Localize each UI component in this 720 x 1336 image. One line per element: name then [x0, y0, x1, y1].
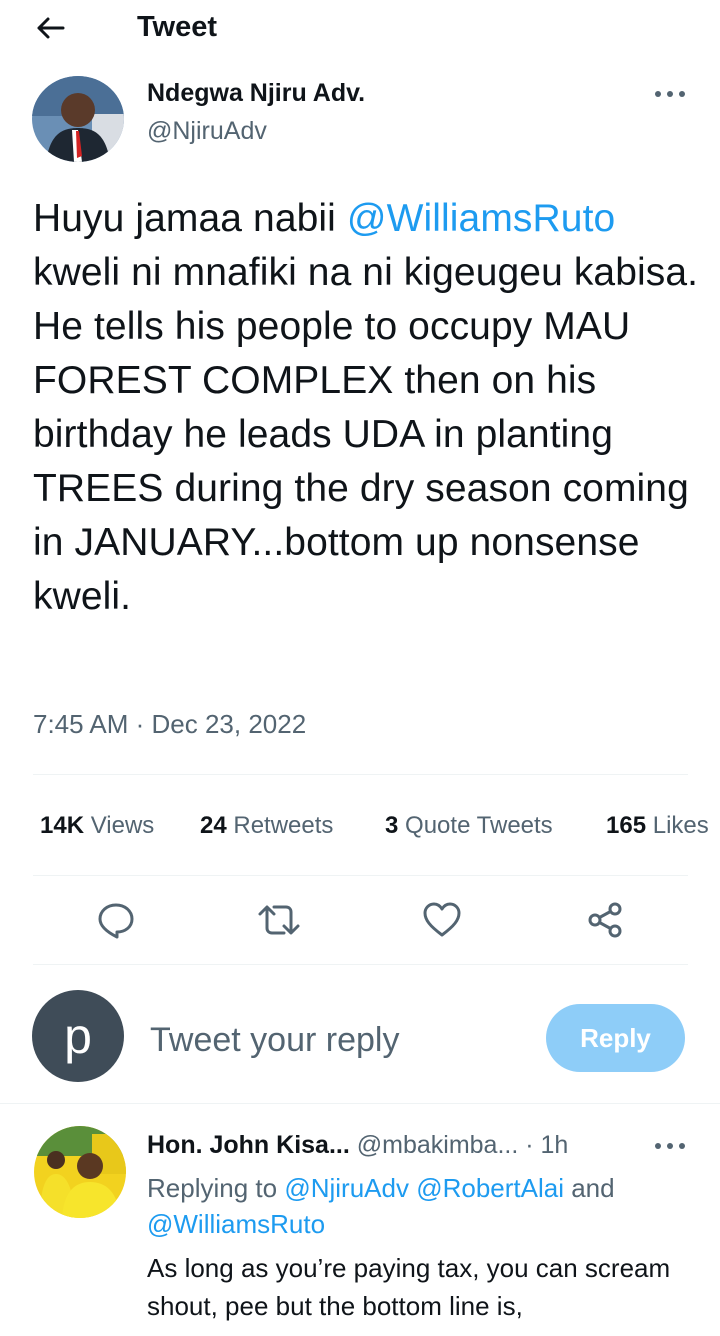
views-count: 14K: [40, 812, 85, 839]
author-name[interactable]: Ndegwa Njiru Adv.: [147, 78, 365, 108]
share-icon: [588, 902, 622, 938]
more-icon: [655, 1143, 685, 1149]
commenter-avatar[interactable]: [34, 1126, 126, 1218]
retweets-label: Retweets: [233, 812, 334, 839]
more-icon: [655, 91, 685, 97]
like-icon: [423, 902, 461, 937]
tweet-text: Huyu jamaa nabii @WilliamsRuto kweli ni …: [33, 192, 703, 624]
retweets-count: 24: [200, 812, 227, 839]
retweet-button[interactable]: [257, 898, 301, 942]
page-title: Tweet: [137, 11, 218, 43]
top-bar: Tweet: [0, 0, 720, 56]
views-stat[interactable]: 14K Views: [40, 808, 154, 844]
more-options-button[interactable]: [652, 82, 688, 106]
arrow-left-icon: [37, 17, 65, 39]
likes-stat[interactable]: 165 Likes: [606, 808, 709, 844]
quotes-count: 3: [385, 812, 399, 839]
commenter-name[interactable]: Hon. John Kisa...: [147, 1131, 350, 1159]
share-button[interactable]: [583, 898, 627, 942]
tweet-text-body: kweli ni mnafiki na ni kigeugeu kabisa. …: [33, 251, 699, 618]
divider: [0, 1103, 720, 1104]
likes-count: 165: [606, 812, 647, 839]
views-label: Views: [90, 812, 155, 839]
user-avatar[interactable]: p: [32, 990, 124, 1082]
quotes-label: Quote Tweets: [405, 812, 553, 839]
back-button[interactable]: [30, 10, 70, 46]
tweet-text-intro: Huyu jamaa nabii: [33, 197, 347, 240]
avatar-letter: p: [64, 1008, 92, 1064]
reply-submit-button[interactable]: Reply: [546, 1004, 685, 1072]
replying-to: Replying to @NjiruAdv @RobertAlai and @W…: [147, 1170, 687, 1242]
retweet-icon: [258, 905, 300, 935]
author-handle[interactable]: @NjiruAdv: [147, 116, 267, 146]
reply-icon: [98, 903, 134, 939]
mention-link[interactable]: @RobertAlai: [416, 1173, 564, 1203]
reply-input[interactable]: Tweet your reply: [150, 1018, 399, 1062]
divider: [33, 964, 688, 965]
comment-time: · 1h: [525, 1131, 569, 1159]
comment-text: As long as you’re paying tax, you can sc…: [147, 1253, 671, 1321]
mention-link[interactable]: @WilliamsRuto: [147, 1209, 325, 1239]
retweets-stat[interactable]: 24 Retweets: [200, 808, 333, 844]
commenter-handle[interactable]: @mbakimba...: [357, 1131, 519, 1159]
reply-button[interactable]: [94, 898, 138, 942]
divider: [33, 774, 688, 775]
likes-label: Likes: [652, 812, 709, 839]
mention-link[interactable]: @WilliamsRuto: [347, 197, 615, 240]
mention-link[interactable]: @NjiruAdv: [284, 1173, 409, 1203]
divider: [33, 875, 688, 876]
author-avatar[interactable]: [32, 76, 124, 162]
replying-prefix: Replying to: [147, 1173, 285, 1203]
replying-and: and: [564, 1173, 615, 1203]
comment-more-button[interactable]: [652, 1134, 688, 1158]
comment-header: Hon. John Kisa... @mbakimba... · 1h: [147, 1130, 568, 1160]
like-button[interactable]: [420, 898, 464, 942]
quote-tweets-stat[interactable]: 3 Quote Tweets: [385, 808, 553, 844]
tweet-timestamp[interactable]: 7:45 AM · Dec 23, 2022: [33, 706, 306, 742]
